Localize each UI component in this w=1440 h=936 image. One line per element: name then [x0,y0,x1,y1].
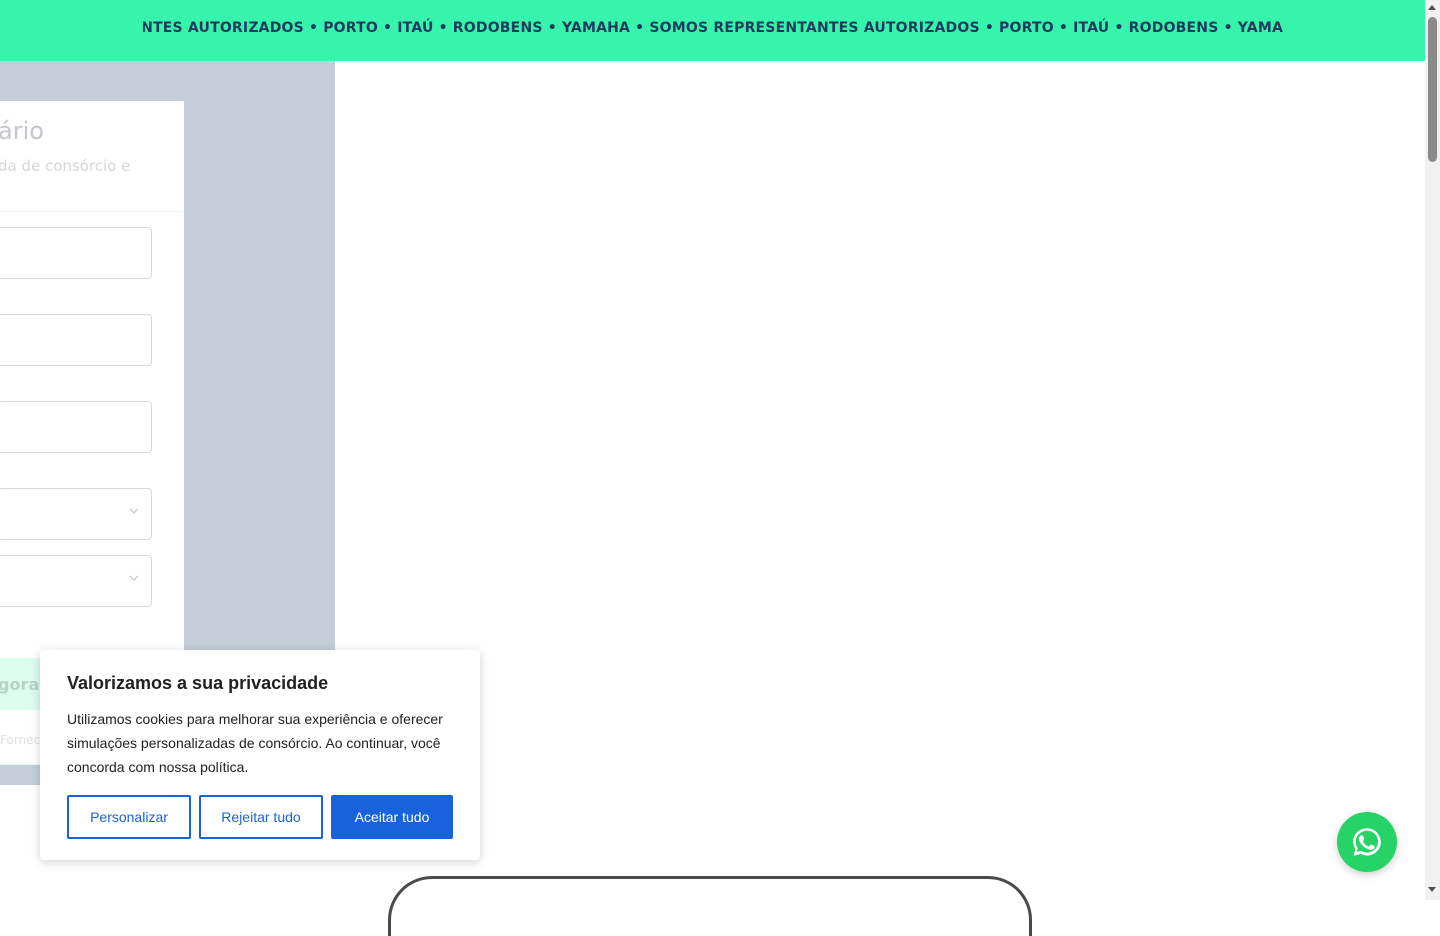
form-subtitle: da de consórcio e [0,157,131,175]
whatsapp-chat-button[interactable] [1337,812,1397,872]
cookie-title: Valorizamos a sua privacidade [67,673,329,693]
scroll-up-arrow-icon[interactable] [1428,5,1436,10]
form-title: ário [0,117,44,145]
form-divider [0,211,184,212]
form-footnote: Fornec [0,733,41,747]
chevron-down-icon [129,575,139,581]
vertical-scrollbar[interactable] [1425,0,1440,900]
email-input[interactable] [0,314,152,366]
top-announcement-bar: SOMOS REPRESENTANTES AUTORIZADOS • PORTO… [0,0,1425,61]
reject-all-button[interactable]: Rejeitar tudo [199,795,323,839]
whatsapp-icon [1353,828,1381,856]
bottom-card-outline [388,876,1032,936]
name-input[interactable] [0,227,152,279]
scrollbar-thumb[interactable] [1428,17,1437,162]
accept-all-button[interactable]: Aceitar tudo [331,795,453,839]
cookie-description: Utilizamos cookies para melhorar sua exp… [67,711,443,775]
credit-value-select[interactable] [0,555,152,607]
phone-input[interactable] [0,401,152,453]
marquee-track: SOMOS REPRESENTANTES AUTORIZADOS • PORTO… [143,0,1283,61]
customize-button[interactable]: Personalizar [67,795,191,839]
scroll-down-arrow-icon[interactable] [1428,887,1436,892]
consortium-type-select[interactable] [0,488,152,540]
chevron-down-icon [129,508,139,514]
marquee-text: SOMOS REPRESENTANTES AUTORIZADOS • PORTO… [143,20,1283,36]
cookie-consent-dialog: Valorizamos a sua privacidade Utilizamos… [40,650,480,860]
submit-button-label: gora [0,675,40,694]
